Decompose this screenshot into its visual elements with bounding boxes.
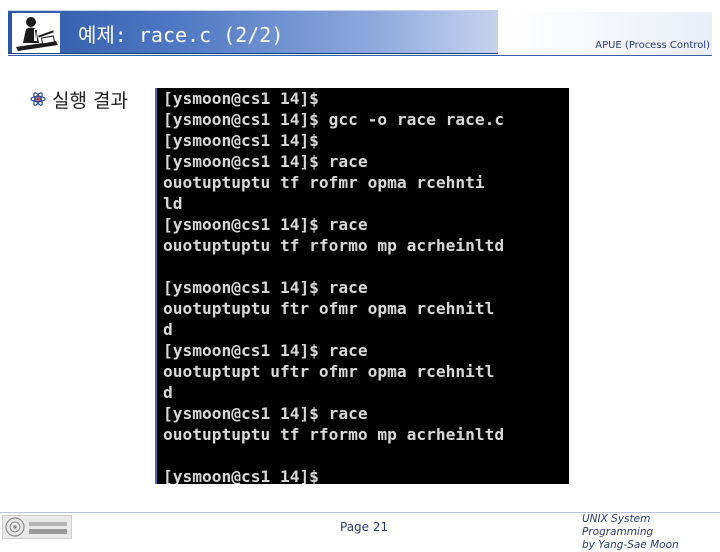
terminal-line: ld [163, 194, 183, 213]
terminal-line: ouotuptuptu ftr ofmr opma rcehnitl [163, 299, 495, 318]
university-wordmark-icon [29, 522, 67, 534]
terminal-line: [ysmoon@cs1 14]$ [163, 131, 319, 150]
terminal-line: [ysmoon@cs1 14]$ race [163, 404, 368, 423]
page-number: Page 21 [340, 520, 389, 534]
terminal-line: [ysmoon@cs1 14]$ [163, 467, 319, 484]
terminal-line: [ysmoon@cs1 14]$ gcc -o race race.c [163, 110, 505, 129]
terminal-line: [ysmoon@cs1 14]$ [163, 89, 319, 108]
atom-bullet-icon [30, 92, 46, 106]
university-emblem-icon [5, 517, 25, 537]
terminal-line: [ysmoon@cs1 14]$ race [163, 341, 368, 360]
course-label: APUE (Process Control) [595, 40, 710, 51]
footer-author: by Yang-Sae Moon [582, 539, 679, 551]
terminal-line: d [163, 383, 173, 402]
title-bar: 예제: race.c (2/2) [8, 10, 498, 54]
terminal-line: ouotuptuptu tf rformo mp acrheinltd [163, 236, 505, 255]
header-divider [8, 55, 712, 56]
terminal-line: d [163, 320, 173, 339]
footer-course-info: UNIX System Programming by Yang-Sae Moon [582, 513, 716, 552]
footer-course-title: UNIX System Programming [582, 513, 654, 538]
professor-at-desk-icon [12, 13, 60, 53]
terminal-line: [ysmoon@cs1 14]$ race [163, 278, 368, 297]
bullet-label: 실행 결과 [52, 90, 128, 112]
terminal-line: [ysmoon@cs1 14]$ race [163, 215, 368, 234]
slide-title: 예제: race.c (2/2) [78, 23, 284, 47]
terminal-output: [ysmoon@cs1 14]$ [ysmoon@cs1 14]$ gcc -o… [157, 88, 569, 484]
terminal-line: ouotuptupt uftr ofmr opma rcehnitl [163, 362, 495, 381]
terminal-lines: [ysmoon@cs1 14]$ [ysmoon@cs1 14]$ gcc -o… [163, 88, 504, 484]
terminal-line: ouotuptuptu tf rofmr opma rcehnti [163, 173, 485, 192]
terminal-line: [ysmoon@cs1 14]$ race [163, 152, 368, 171]
terminal-line: ouotuptuptu tf rformo mp acrheinltd [163, 425, 505, 444]
university-logo [2, 515, 72, 539]
